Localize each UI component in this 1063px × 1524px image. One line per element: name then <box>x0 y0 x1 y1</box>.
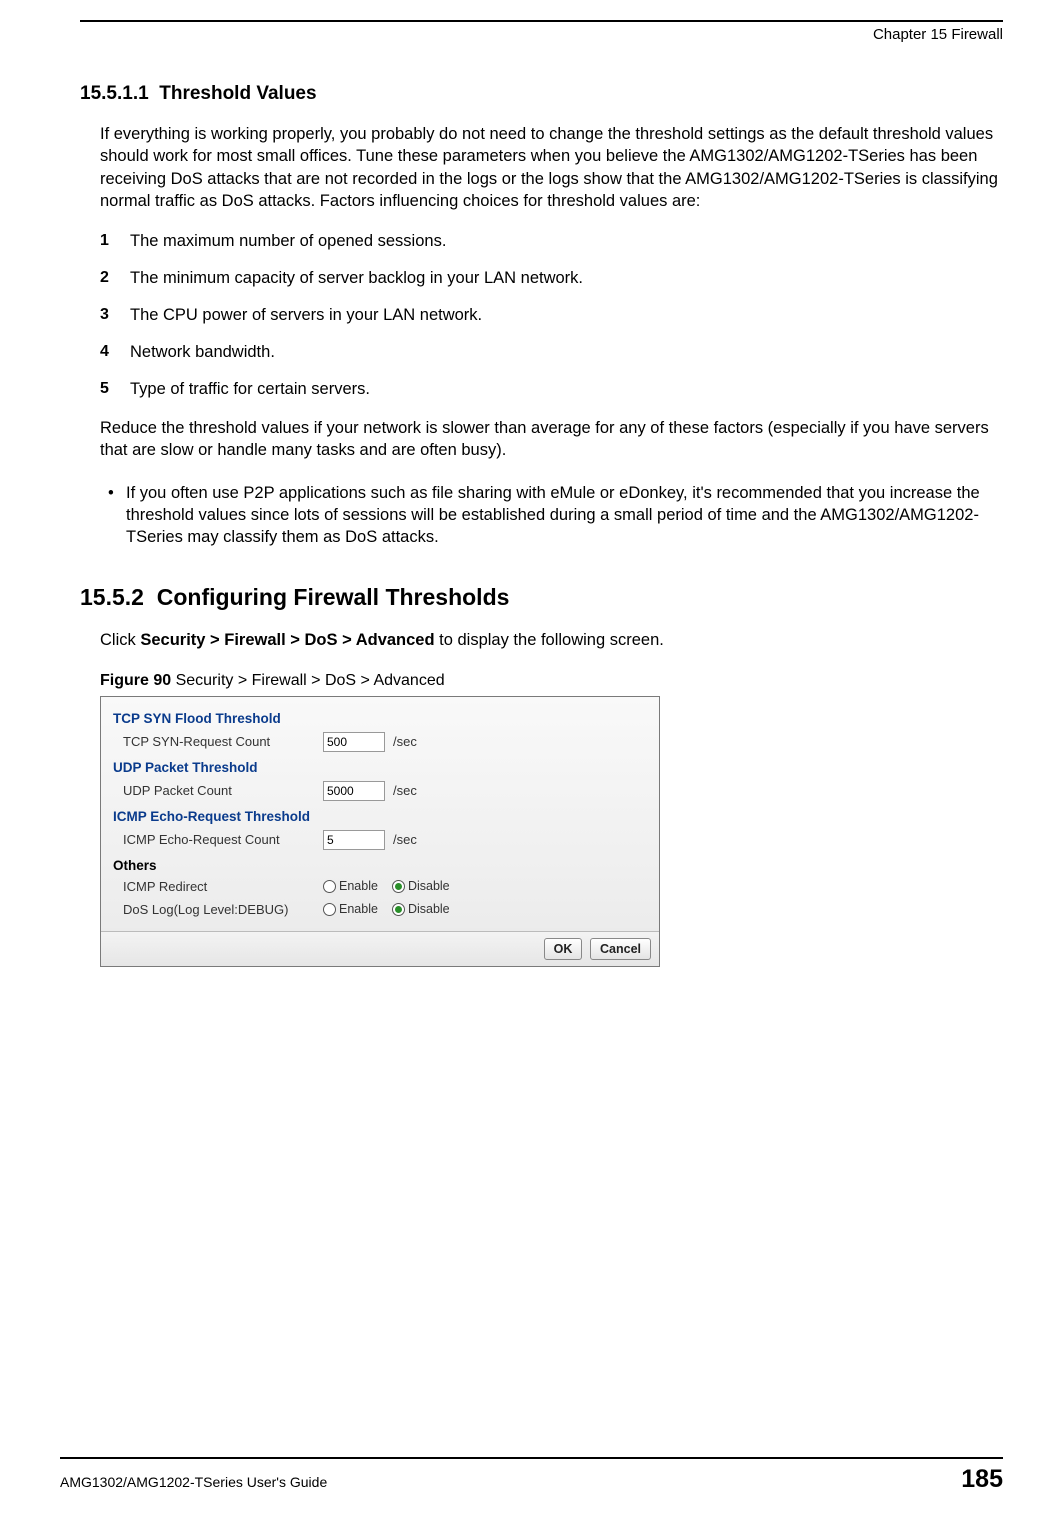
list-text: Network bandwidth. <box>130 343 275 362</box>
click-post: to display the following screen. <box>435 631 664 649</box>
group-icmp-echo: ICMP Echo-Request Threshold <box>113 809 647 824</box>
subsection-number: 15.5.1.1 <box>80 83 149 104</box>
list-text: Type of traffic for certain servers. <box>130 380 370 399</box>
list-num: 2 <box>100 269 130 288</box>
section-number: 15.5.2 <box>80 584 144 610</box>
list-item: 2 The minimum capacity of server backlog… <box>100 269 1003 288</box>
list-num: 4 <box>100 343 130 362</box>
group-tcp-syn: TCP SYN Flood Threshold <box>113 711 647 726</box>
group-udp: UDP Packet Threshold <box>113 760 647 775</box>
icmp-redirect-label: ICMP Redirect <box>123 879 323 894</box>
group-others: Others <box>113 858 647 873</box>
icmp-echo-input[interactable] <box>323 830 385 850</box>
row-tcp-syn: TCP SYN-Request Count /sec <box>123 732 647 752</box>
dos-log-enable-radio[interactable] <box>323 903 336 916</box>
cancel-button[interactable]: Cancel <box>590 938 651 960</box>
click-pre: Click <box>100 631 140 649</box>
panel-footer: OK Cancel <box>101 931 659 966</box>
enable-label: Enable <box>339 879 378 893</box>
list-item: 5 Type of traffic for certain servers. <box>100 380 1003 399</box>
page-number: 185 <box>961 1465 1003 1494</box>
page-footer: AMG1302/AMG1202-TSeries User's Guide 185 <box>60 1457 1003 1494</box>
reduce-paragraph: Reduce the threshold values if your netw… <box>100 417 1003 462</box>
list-item: 4 Network bandwidth. <box>100 343 1003 362</box>
subsection-title: Threshold Values <box>159 83 316 104</box>
disable-label: Disable <box>408 879 450 893</box>
nav-path: Security > Firewall > DoS > Advanced <box>140 631 434 649</box>
tcp-syn-label: TCP SYN-Request Count <box>123 734 323 749</box>
click-instruction: Click Security > Firewall > DoS > Advanc… <box>100 629 1003 651</box>
row-udp: UDP Packet Count /sec <box>123 781 647 801</box>
udp-label: UDP Packet Count <box>123 783 323 798</box>
bullet-icon: • <box>108 482 126 549</box>
list-text: The maximum number of opened sessions. <box>130 232 446 251</box>
guide-name: AMG1302/AMG1202-TSeries User's Guide <box>60 1474 327 1490</box>
figure-label: Figure 90 <box>100 672 171 689</box>
dos-log-label: DoS Log(Log Level:DEBUG) <box>123 902 323 917</box>
section-heading: 15.5.2 Configuring Firewall Thresholds <box>80 584 1003 611</box>
list-num: 1 <box>100 232 130 251</box>
numbered-list: 1 The maximum number of opened sessions.… <box>100 232 1003 399</box>
tcp-syn-unit: /sec <box>393 734 417 749</box>
row-icmp-redirect: ICMP Redirect Enable Disable <box>123 879 647 894</box>
dos-log-disable-radio[interactable] <box>392 903 405 916</box>
dos-advanced-panel: TCP SYN Flood Threshold TCP SYN-Request … <box>100 696 660 967</box>
icmp-redirect-disable-radio[interactable] <box>392 880 405 893</box>
icmp-redirect-enable-radio[interactable] <box>323 880 336 893</box>
udp-input[interactable] <box>323 781 385 801</box>
bullet-text: If you often use P2P applications such a… <box>126 482 1003 549</box>
udp-unit: /sec <box>393 783 417 798</box>
figure-caption: Figure 90 Security > Firewall > DoS > Ad… <box>100 672 1003 690</box>
tcp-syn-input[interactable] <box>323 732 385 752</box>
bullet-item: • If you often use P2P applications such… <box>108 482 1003 549</box>
row-dos-log: DoS Log(Log Level:DEBUG) Enable Disable <box>123 902 647 917</box>
disable-label: Disable <box>408 902 450 916</box>
chapter-header: Chapter 15 Firewall <box>80 26 1003 43</box>
list-item: 1 The maximum number of opened sessions. <box>100 232 1003 251</box>
ok-button[interactable]: OK <box>544 938 583 960</box>
section-title: Configuring Firewall Thresholds <box>157 584 510 610</box>
list-text: The CPU power of servers in your LAN net… <box>130 306 482 325</box>
list-item: 3 The CPU power of servers in your LAN n… <box>100 306 1003 325</box>
figure-title: Security > Firewall > DoS > Advanced <box>171 672 444 689</box>
list-num: 3 <box>100 306 130 325</box>
enable-label: Enable <box>339 902 378 916</box>
list-text: The minimum capacity of server backlog i… <box>130 269 583 288</box>
icmp-echo-label: ICMP Echo-Request Count <box>123 832 323 847</box>
icmp-echo-unit: /sec <box>393 832 417 847</box>
intro-paragraph: If everything is working properly, you p… <box>100 123 1003 212</box>
subsection-heading: 15.5.1.1 Threshold Values <box>80 83 1003 105</box>
list-num: 5 <box>100 380 130 399</box>
row-icmp-echo: ICMP Echo-Request Count /sec <box>123 830 647 850</box>
